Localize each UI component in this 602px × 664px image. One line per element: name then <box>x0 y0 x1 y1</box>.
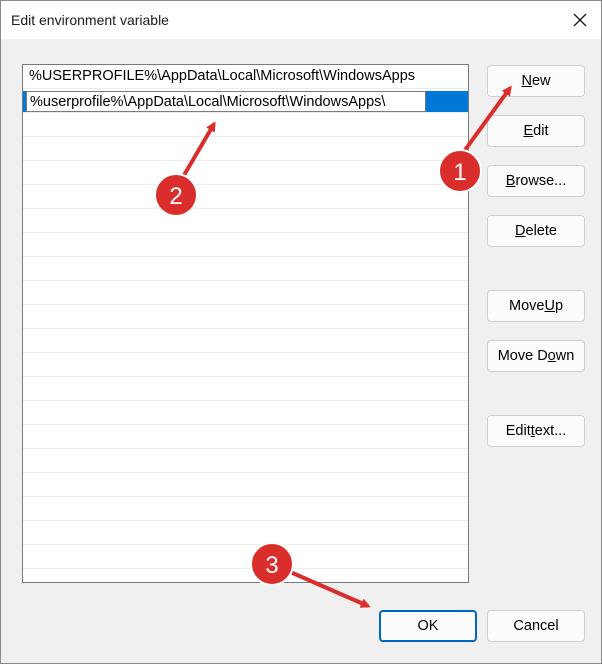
empty-row[interactable] <box>23 257 468 281</box>
cancel-button[interactable]: Cancel <box>487 610 585 642</box>
ok-button[interactable]: OK <box>379 610 477 642</box>
empty-row[interactable] <box>23 401 468 425</box>
path-edit-input[interactable] <box>26 91 426 112</box>
empty-row[interactable] <box>23 497 468 521</box>
window-title: Edit environment variable <box>11 12 169 28</box>
empty-row[interactable] <box>23 377 468 401</box>
empty-row[interactable] <box>23 449 468 473</box>
empty-row[interactable] <box>23 281 468 305</box>
path-list[interactable]: %USERPROFILE%\AppData\Local\Microsoft\Wi… <box>22 64 469 583</box>
edit-button[interactable]: Edit <box>487 115 585 147</box>
move-down-button-accesskey: o <box>547 348 556 364</box>
empty-row[interactable] <box>23 185 468 209</box>
title-bar: Edit environment variable <box>1 1 601 39</box>
close-button[interactable] <box>569 9 591 31</box>
delete-button[interactable]: Delete <box>487 215 585 247</box>
empty-row[interactable] <box>23 425 468 449</box>
new-button-accesskey: N <box>521 73 532 89</box>
empty-row[interactable] <box>23 305 468 329</box>
list-item-text: %USERPROFILE%\AppData\Local\Microsoft\Wi… <box>29 68 416 84</box>
empty-row[interactable] <box>23 209 468 233</box>
empty-row[interactable] <box>23 473 468 497</box>
move-down-button-label-pre: Move D <box>497 348 548 364</box>
edit-text-button[interactable]: Edit t ext... <box>487 415 585 447</box>
delete-button-accesskey: D <box>515 223 526 239</box>
browse-button-label-post: rowse... <box>515 173 567 189</box>
new-button-label-post: ew <box>531 73 551 89</box>
edit-text-button-label-post: ext... <box>534 423 567 439</box>
move-up-button-accesskey: U <box>544 298 555 314</box>
empty-row[interactable] <box>23 329 468 353</box>
empty-row[interactable] <box>23 161 468 185</box>
close-icon <box>573 13 587 27</box>
browse-button[interactable]: Browse... <box>487 165 585 197</box>
move-down-button-label-post: wn <box>555 348 575 364</box>
empty-row[interactable] <box>23 233 468 257</box>
browse-button-accesskey: B <box>505 173 516 189</box>
move-up-button[interactable]: Move Up <box>487 290 585 322</box>
empty-row[interactable] <box>23 521 468 545</box>
edit-button-label-post: dit <box>533 123 549 139</box>
empty-row[interactable] <box>23 137 468 161</box>
move-up-button-label-pre: Move <box>508 298 545 314</box>
move-down-button[interactable]: Move Do wn <box>487 340 585 372</box>
move-up-button-label-post: p <box>554 298 564 314</box>
list-item[interactable]: %USERPROFILE%\AppData\Local\Microsoft\Wi… <box>23 65 468 89</box>
edit-button-accesskey: E <box>523 123 534 139</box>
list-item-editing[interactable] <box>23 89 468 113</box>
edit-environment-variable-dialog: Edit environment variable %USERPROFILE%\… <box>0 0 602 664</box>
delete-button-label-post: elete <box>525 223 557 239</box>
new-button[interactable]: New <box>487 65 585 97</box>
empty-row[interactable] <box>23 353 468 377</box>
empty-row[interactable] <box>23 545 468 569</box>
empty-row[interactable] <box>23 113 468 137</box>
edit-text-button-label-pre: Edit <box>505 423 531 439</box>
